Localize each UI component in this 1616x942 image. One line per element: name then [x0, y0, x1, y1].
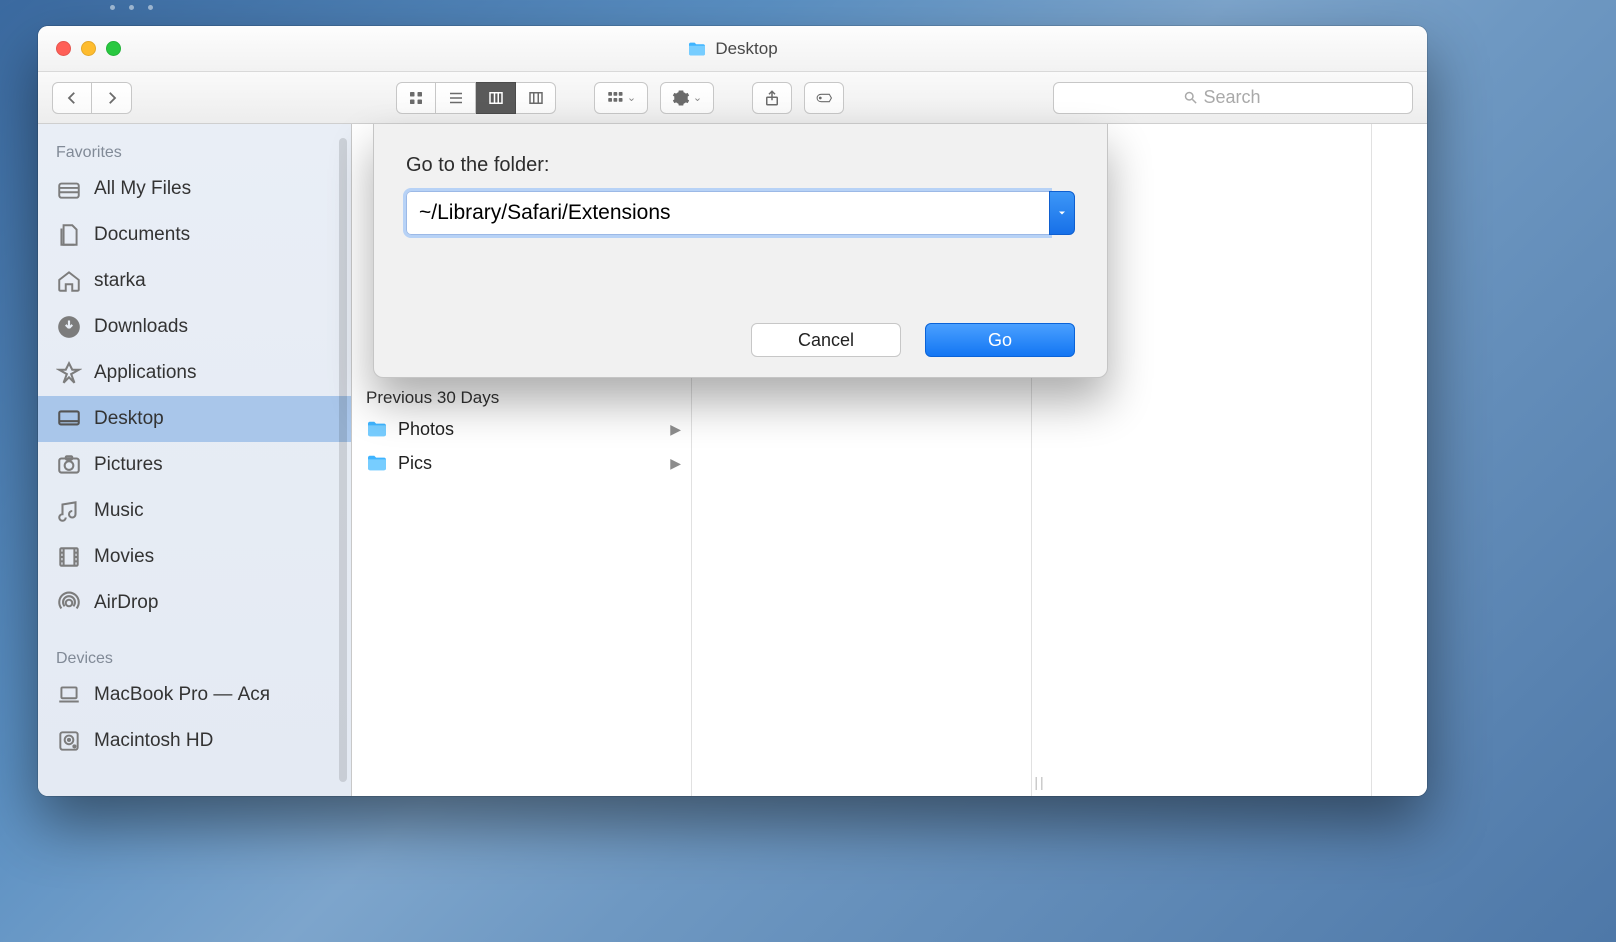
list-item[interactable]: Pics ▶ [352, 446, 691, 480]
column-section-header: Previous 30 Days [352, 380, 691, 412]
sidebar-item-label: Pictures [94, 454, 163, 476]
home-icon [56, 268, 82, 294]
sidebar-item-label: Movies [94, 546, 154, 568]
hdd-icon [56, 728, 82, 754]
sidebar-item-label: starka [94, 270, 146, 292]
sidebar-item-label: All My Files [94, 178, 191, 200]
sidebar-item-applications[interactable]: Applications [38, 350, 351, 396]
chevron-down-icon [1056, 207, 1068, 219]
sidebar-item-downloads[interactable]: Downloads [38, 304, 351, 350]
go-button[interactable]: Go [925, 323, 1075, 357]
desktop-icon [56, 406, 82, 432]
titlebar[interactable]: Desktop [38, 26, 1427, 72]
folder-path-input[interactable] [406, 191, 1049, 235]
tags-button[interactable] [804, 82, 844, 114]
sidebar-item-macintosh-hd[interactable]: Macintosh HD [38, 718, 351, 764]
nav-buttons [52, 82, 132, 114]
search-field[interactable] [1053, 82, 1413, 114]
sidebar-item-home[interactable]: starka [38, 258, 351, 304]
close-window-button[interactable] [56, 41, 71, 56]
action-button[interactable]: ⌄ [660, 82, 714, 114]
sidebar-item-macbook[interactable]: MacBook Pro — Ася [38, 672, 351, 718]
movies-icon [56, 544, 82, 570]
sidebar-item-label: Desktop [94, 408, 164, 430]
gallery-view-button[interactable] [516, 82, 556, 114]
applications-icon [56, 360, 82, 386]
sidebar-item-music[interactable]: Music [38, 488, 351, 534]
fullscreen-window-button[interactable] [106, 41, 121, 56]
pictures-icon [56, 452, 82, 478]
sidebar-section-devices: Devices [38, 644, 351, 672]
sidebar-item-label: Downloads [94, 316, 188, 338]
sidebar-item-desktop[interactable]: Desktop [38, 396, 351, 442]
cancel-button[interactable]: Cancel [751, 323, 901, 357]
sidebar-item-label: Documents [94, 224, 190, 246]
music-icon [56, 498, 82, 524]
finder-window: Desktop ⌄ ⌄ [38, 26, 1427, 796]
sidebar-item-label: Music [94, 500, 144, 522]
go-to-folder-dialog: Go to the folder: Cancel Go [373, 124, 1108, 378]
desktop-decoration [110, 5, 153, 10]
documents-icon [56, 222, 82, 248]
sidebar-scrollbar[interactable] [339, 138, 347, 782]
folder-icon [366, 420, 388, 438]
list-item[interactable]: Photos ▶ [352, 412, 691, 446]
view-switcher [396, 82, 556, 114]
sidebar-item-label: MacBook Pro — Ася [94, 684, 270, 706]
sidebar-item-pictures[interactable]: Pictures [38, 442, 351, 488]
sidebar-item-label: AirDrop [94, 592, 158, 614]
chevron-down-icon: ⌄ [627, 91, 636, 104]
forward-button[interactable] [92, 82, 132, 114]
sidebar-item-movies[interactable]: Movies [38, 534, 351, 580]
list-item-label: Photos [398, 419, 454, 440]
folder-icon [366, 454, 388, 472]
back-button[interactable] [52, 82, 92, 114]
window-controls [56, 41, 121, 56]
chevron-right-icon: ▶ [670, 455, 681, 472]
list-view-button[interactable] [436, 82, 476, 114]
minimize-window-button[interactable] [81, 41, 96, 56]
window-title: Desktop [38, 39, 1427, 59]
sidebar-section-favorites: Favorites [38, 138, 351, 166]
downloads-icon [56, 314, 82, 340]
list-item-label: Pics [398, 453, 432, 474]
folder-icon [687, 41, 707, 57]
chevron-right-icon: ▶ [670, 421, 681, 438]
sidebar-item-documents[interactable]: Documents [38, 212, 351, 258]
sidebar-item-all-my-files[interactable]: All My Files [38, 166, 351, 212]
chevron-down-icon: ⌄ [693, 91, 702, 104]
path-history-dropdown[interactable] [1049, 191, 1075, 235]
dialog-title: Go to the folder: [406, 154, 1075, 177]
icon-view-button[interactable] [396, 82, 436, 114]
column-resize-handle[interactable]: || [1034, 774, 1045, 790]
laptop-icon [56, 682, 82, 708]
sidebar-item-label: Applications [94, 362, 196, 384]
sidebar-item-label: Macintosh HD [94, 730, 213, 752]
arrange-button[interactable]: ⌄ [594, 82, 648, 114]
airdrop-icon [56, 590, 82, 616]
search-input[interactable] [1204, 87, 1284, 108]
column-view-button[interactable] [476, 82, 516, 114]
sidebar-item-airdrop[interactable]: AirDrop [38, 580, 351, 626]
toolbar: ⌄ ⌄ [38, 72, 1427, 124]
all-files-icon [56, 176, 82, 202]
share-button[interactable] [752, 82, 792, 114]
sidebar: Favorites All My Files Documents starka … [38, 124, 352, 796]
window-title-text: Desktop [715, 39, 777, 59]
search-icon [1183, 90, 1198, 105]
